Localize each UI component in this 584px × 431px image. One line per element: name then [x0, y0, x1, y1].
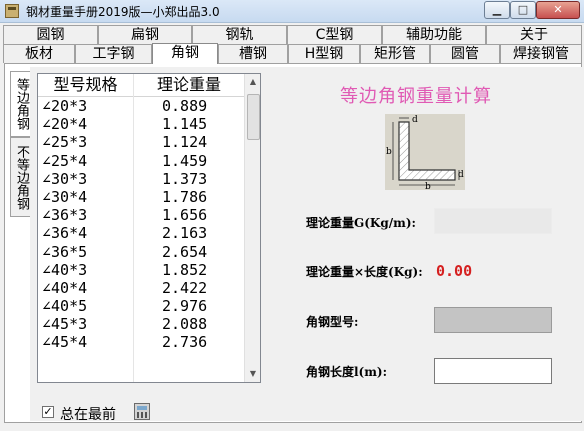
list-item-spec: ∠36*5: [42, 242, 88, 261]
calculator-title: 等边角钢重量计算: [340, 86, 492, 107]
tab-i-beam[interactable]: 工字钢: [75, 44, 152, 63]
tab-angle-steel[interactable]: 角钢: [152, 43, 218, 64]
tab-channel-steel[interactable]: 槽钢: [218, 44, 288, 63]
angle-section-icon: d b b d: [386, 115, 464, 192]
list-item-weight: 0.889: [162, 97, 208, 115]
diagram-label-b-bottom: b: [425, 182, 431, 190]
checkbox-label: 总在最前: [60, 407, 116, 423]
list-item[interactable]: ∠20*3 0.889: [38, 97, 244, 115]
list-item[interactable]: ∠30*4 1.786: [38, 188, 244, 206]
angle-length-label: 角钢长度l(m):: [306, 365, 388, 379]
list-item-weight: 1.373: [162, 169, 208, 188]
list-item-weight: 2.654: [162, 242, 208, 261]
list-item-spec: ∠20*4: [42, 115, 88, 134]
list-item-spec: ∠36*3: [42, 206, 88, 225]
list-item-weight: 1.786: [162, 187, 208, 206]
tab-h-beam[interactable]: H型钢: [288, 44, 360, 63]
window-title: 钢材重量手册2019版—小郑出品3.0: [26, 5, 220, 19]
list-item-spec: ∠36*4: [42, 224, 88, 243]
list-item-spec: ∠45*3: [42, 315, 88, 334]
list-item[interactable]: ∠36*3 1.656: [38, 206, 244, 224]
angle-model-label: 角钢型号:: [306, 315, 359, 329]
diagram-label-d-top: d: [412, 115, 418, 125]
list-item-weight: 1.145: [162, 115, 208, 134]
list-header: 型号规格 理论重量: [38, 74, 244, 97]
list-item[interactable]: ∠30*3 1.373: [38, 170, 244, 188]
weight-per-meter-field: [434, 208, 552, 234]
list-item[interactable]: ∠20*4 1.145: [38, 115, 244, 133]
list-item-weight: 2.163: [162, 224, 208, 243]
list-item-spec: ∠20*3: [42, 97, 88, 115]
list-item[interactable]: ∠36*5 2.654: [38, 243, 244, 261]
column-header-spec[interactable]: 型号规格: [38, 74, 134, 96]
angle-section-diagram: d b b d: [385, 114, 465, 192]
list-item[interactable]: ∠25*4 1.459: [38, 152, 244, 170]
list-item-spec: ∠30*3: [42, 169, 88, 188]
list-item-weight: 2.976: [162, 297, 208, 316]
calculator-icon[interactable]: [134, 403, 150, 420]
list-item-weight: 1.656: [162, 206, 208, 225]
tab-rail[interactable]: 钢轨: [192, 25, 287, 44]
side-tab-equal-angle[interactable]: 等边角钢: [10, 71, 30, 137]
tab-aux-functions[interactable]: 辅助功能: [382, 25, 486, 44]
angle-length-input[interactable]: [434, 358, 552, 384]
list-item[interactable]: ∠45*3 2.088: [38, 315, 244, 333]
total-weight-label: 理论重量×长度(Kg):: [306, 265, 423, 279]
list-item-spec: ∠40*5: [42, 297, 88, 316]
list-item[interactable]: ∠25*3 1.124: [38, 133, 244, 151]
diagram-label-b-left: b: [386, 147, 392, 157]
list-item-spec: ∠25*3: [42, 133, 88, 152]
list-item-weight: 2.088: [162, 315, 208, 334]
tab-about[interactable]: 关于: [486, 25, 582, 44]
tab-round-tube[interactable]: 圆管: [430, 44, 500, 63]
scroll-down-arrow-icon[interactable]: ▼: [245, 366, 260, 382]
list-item-weight: 1.852: [162, 260, 208, 279]
tab-round-steel[interactable]: 圆钢: [3, 25, 98, 44]
checkbox-box[interactable]: ✓: [42, 406, 54, 418]
tab-row-bottom: 板材 工字钢 角钢 槽钢 H型钢 矩形管 圆管 焊接钢管: [0, 43, 584, 64]
spec-list[interactable]: 型号规格 理论重量 ∠20*3 0.889 ∠20*4 1.145 ∠25*3 1.124…: [37, 73, 261, 383]
tab-c-steel[interactable]: C型钢: [287, 25, 382, 44]
list-item[interactable]: ∠45*4 2.736: [38, 333, 244, 351]
side-tab-unequal-angle[interactable]: 不等边角钢: [10, 137, 30, 217]
list-item-spec: ∠40*3: [42, 260, 88, 279]
minimize-button[interactable]: ▁: [484, 1, 510, 19]
list-item-spec: ∠30*4: [42, 187, 88, 206]
list-item-weight: 2.736: [162, 333, 208, 352]
list-item-spec: ∠40*4: [42, 278, 88, 297]
list-item[interactable]: ∠40*4 2.422: [38, 279, 244, 297]
list-item-weight: 1.459: [162, 151, 208, 170]
tab-row-top: 圆钢 扁钢 钢轨 C型钢 辅助功能 关于: [0, 25, 584, 44]
maximize-button[interactable]: □: [510, 1, 536, 19]
weight-per-meter-label: 理论重量G(Kg/m):: [306, 216, 416, 230]
angle-model-field: [434, 307, 552, 333]
list-scrollbar[interactable]: ▲ ▼: [244, 74, 260, 382]
scroll-thumb[interactable]: [247, 94, 260, 140]
tab-welded-pipe[interactable]: 焊接钢管: [500, 44, 582, 63]
column-header-weight[interactable]: 理论重量: [134, 74, 244, 96]
list-item-spec: ∠25*4: [42, 151, 88, 170]
total-weight-value: 0.00: [436, 262, 473, 280]
tab-rect-tube[interactable]: 矩形管: [360, 44, 430, 63]
list-item[interactable]: ∠40*5 2.976: [38, 297, 244, 315]
list-item-weight: 2.422: [162, 278, 208, 297]
list-item[interactable]: ∠40*3 1.852: [38, 261, 244, 279]
diagram-label-d-right: d: [458, 170, 464, 180]
close-button[interactable]: ✕: [536, 1, 580, 19]
tab-flat-steel[interactable]: 扁钢: [98, 25, 192, 44]
scroll-up-arrow-icon[interactable]: ▲: [245, 74, 260, 90]
list-item[interactable]: ∠36*4 2.163: [38, 224, 244, 242]
app-icon: [5, 4, 19, 18]
title-bar: 钢材重量手册2019版—小郑出品3.0 ▁ □ ✕: [0, 0, 584, 23]
tab-plate[interactable]: 板材: [3, 44, 75, 63]
list-item-spec: ∠45*4: [42, 333, 88, 352]
list-item-weight: 1.124: [162, 133, 208, 152]
list-rows: ∠20*3 0.889 ∠20*4 1.145 ∠25*3 1.124 ∠25*4 1.459…: [38, 97, 244, 352]
